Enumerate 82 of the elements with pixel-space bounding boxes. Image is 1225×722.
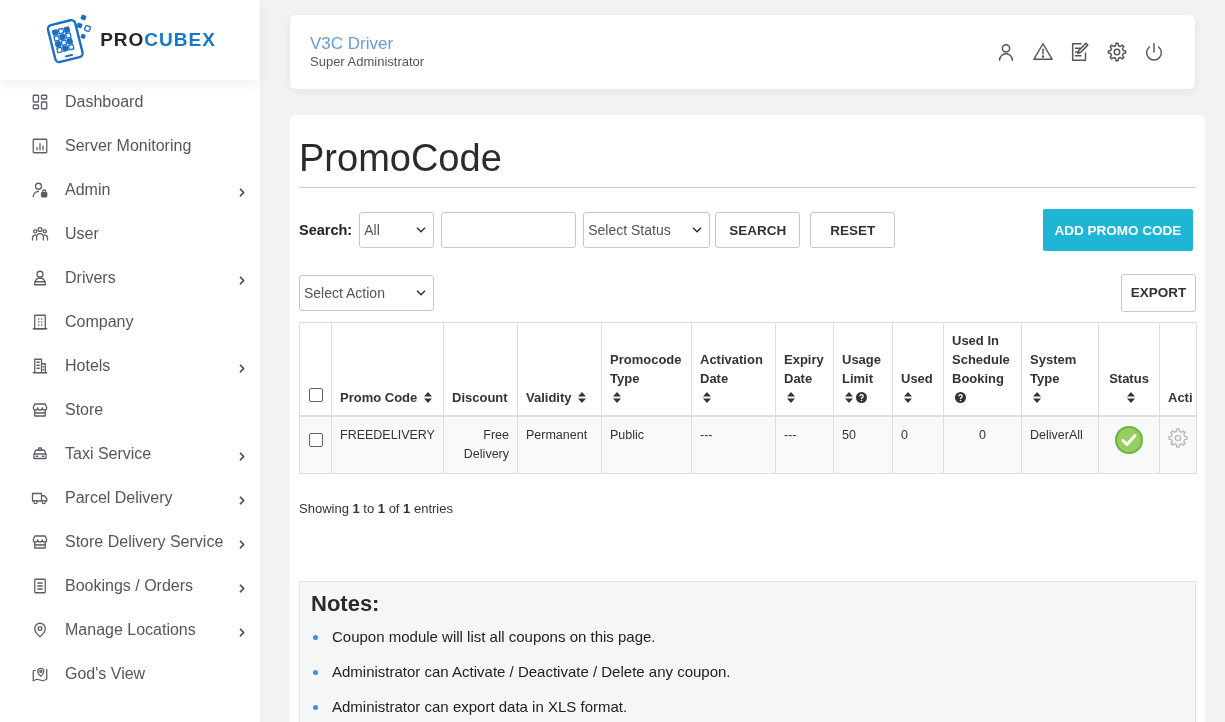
table-cell: Permanent [526, 428, 588, 442]
sidebar-item[interactable]: Store Delivery Service [0, 520, 260, 564]
page-title: PromoCode [299, 137, 502, 179]
note-text: Administrator can export data in XLS format. [332, 697, 628, 717]
sidebar-item[interactable]: Parcel Delivery [0, 476, 260, 520]
map-pin-icon [31, 621, 49, 639]
bar-chart-icon [31, 137, 49, 155]
logo-text: PROCUBEX [100, 29, 216, 51]
note-text: Administrator can Activate / Deactivate / Delete any coupon. [332, 662, 731, 682]
bullet-icon [313, 704, 318, 710]
settings-icon[interactable] [1106, 41, 1128, 63]
export-button[interactable]: EXPORT [1121, 273, 1196, 312]
user-lock-icon [31, 181, 49, 199]
users-icon [31, 225, 49, 243]
document-icon [31, 577, 49, 595]
bullet-icon [313, 634, 318, 640]
column-header: Discount [452, 389, 508, 407]
table-cell: --- [784, 428, 797, 442]
sort-icon[interactable] [578, 392, 587, 403]
sidebar-item[interactable]: Manage Locations [0, 608, 260, 652]
status-dropdown[interactable]: Select Status [583, 212, 711, 248]
sidebar-item[interactable]: Taxi Service [0, 432, 260, 476]
chevron-down-icon [692, 227, 703, 233]
edit-icon[interactable] [1069, 41, 1091, 63]
column-header[interactable]: Status [1109, 369, 1149, 388]
select-all-checkbox[interactable] [309, 387, 323, 402]
store-icon [31, 533, 49, 551]
sort-icon[interactable] [845, 392, 853, 403]
column-header: Acti [1168, 389, 1193, 407]
sidebar-item[interactable]: Dashboard [0, 80, 260, 124]
column-header: Used In Schedule Booking [952, 332, 1011, 388]
notes-title: Notes: [311, 591, 381, 617]
note-text: Coupon module will list all coupons on this page. [332, 627, 656, 647]
table-cell: FREEDELIVERY [340, 428, 435, 442]
table-cell: 50 [842, 428, 856, 442]
sidebar-item[interactable]: Admin [0, 168, 260, 212]
table-cell: 0 [979, 428, 986, 442]
type-dropdown[interactable]: All [359, 212, 435, 248]
map-icon [31, 665, 49, 683]
chevron-down-icon [416, 289, 426, 296]
sort-icon[interactable] [904, 392, 912, 403]
sidebar-item[interactable]: User [0, 212, 260, 256]
warning-icon[interactable] [1032, 41, 1054, 63]
search-button[interactable]: SEARCH [715, 212, 801, 248]
action-dropdown[interactable]: Select Action [299, 274, 434, 311]
table-cell: 0 [901, 428, 908, 442]
store-icon [31, 401, 49, 419]
user-name: V3C Driver [310, 34, 395, 54]
table-cell: --- [700, 428, 713, 442]
sidebar-item[interactable]: Server Monitoring [0, 124, 260, 168]
sidebar-item[interactable]: Bookings / Orders [0, 564, 260, 608]
sidebar-item[interactable]: Store [0, 388, 260, 432]
person-icon [31, 269, 49, 287]
grid-icon [31, 93, 49, 111]
table-cell: Public [610, 428, 645, 442]
search-label: Search: [299, 222, 353, 238]
sidebar-item[interactable]: Drivers [0, 256, 260, 300]
reset-button[interactable]: RESET [810, 212, 896, 248]
building-icon [31, 313, 49, 331]
user-role: Super Administrator [310, 54, 425, 70]
check-circle-icon[interactable] [1115, 426, 1143, 454]
bullet-icon [313, 669, 318, 675]
sort-icon[interactable] [703, 392, 711, 403]
column-header[interactable]: Promo Code [340, 388, 418, 407]
column-header[interactable]: Used [901, 369, 933, 388]
hotel-building-icon [31, 357, 49, 375]
sidebar-item[interactable]: Company [0, 300, 260, 344]
column-header[interactable]: Validity [526, 388, 572, 407]
sort-icon[interactable] [1033, 392, 1041, 403]
sidebar-item[interactable]: Hotels [0, 344, 260, 388]
table-cell: DeliverAll [1030, 428, 1083, 442]
search-input[interactable] [441, 212, 577, 248]
sort-icon[interactable] [1126, 392, 1135, 403]
power-icon[interactable] [1143, 41, 1165, 63]
sort-icon[interactable] [613, 392, 621, 403]
chevron-down-icon [416, 227, 427, 233]
sort-icon[interactable] [787, 392, 795, 403]
row-checkbox[interactable] [309, 432, 323, 447]
sidebar-item[interactable]: God's View [0, 652, 260, 696]
table-cell: Free Delivery [463, 428, 509, 461]
sort-icon[interactable] [423, 392, 432, 403]
table-info: Showing 1 to 1 of 1 entries [299, 500, 454, 518]
